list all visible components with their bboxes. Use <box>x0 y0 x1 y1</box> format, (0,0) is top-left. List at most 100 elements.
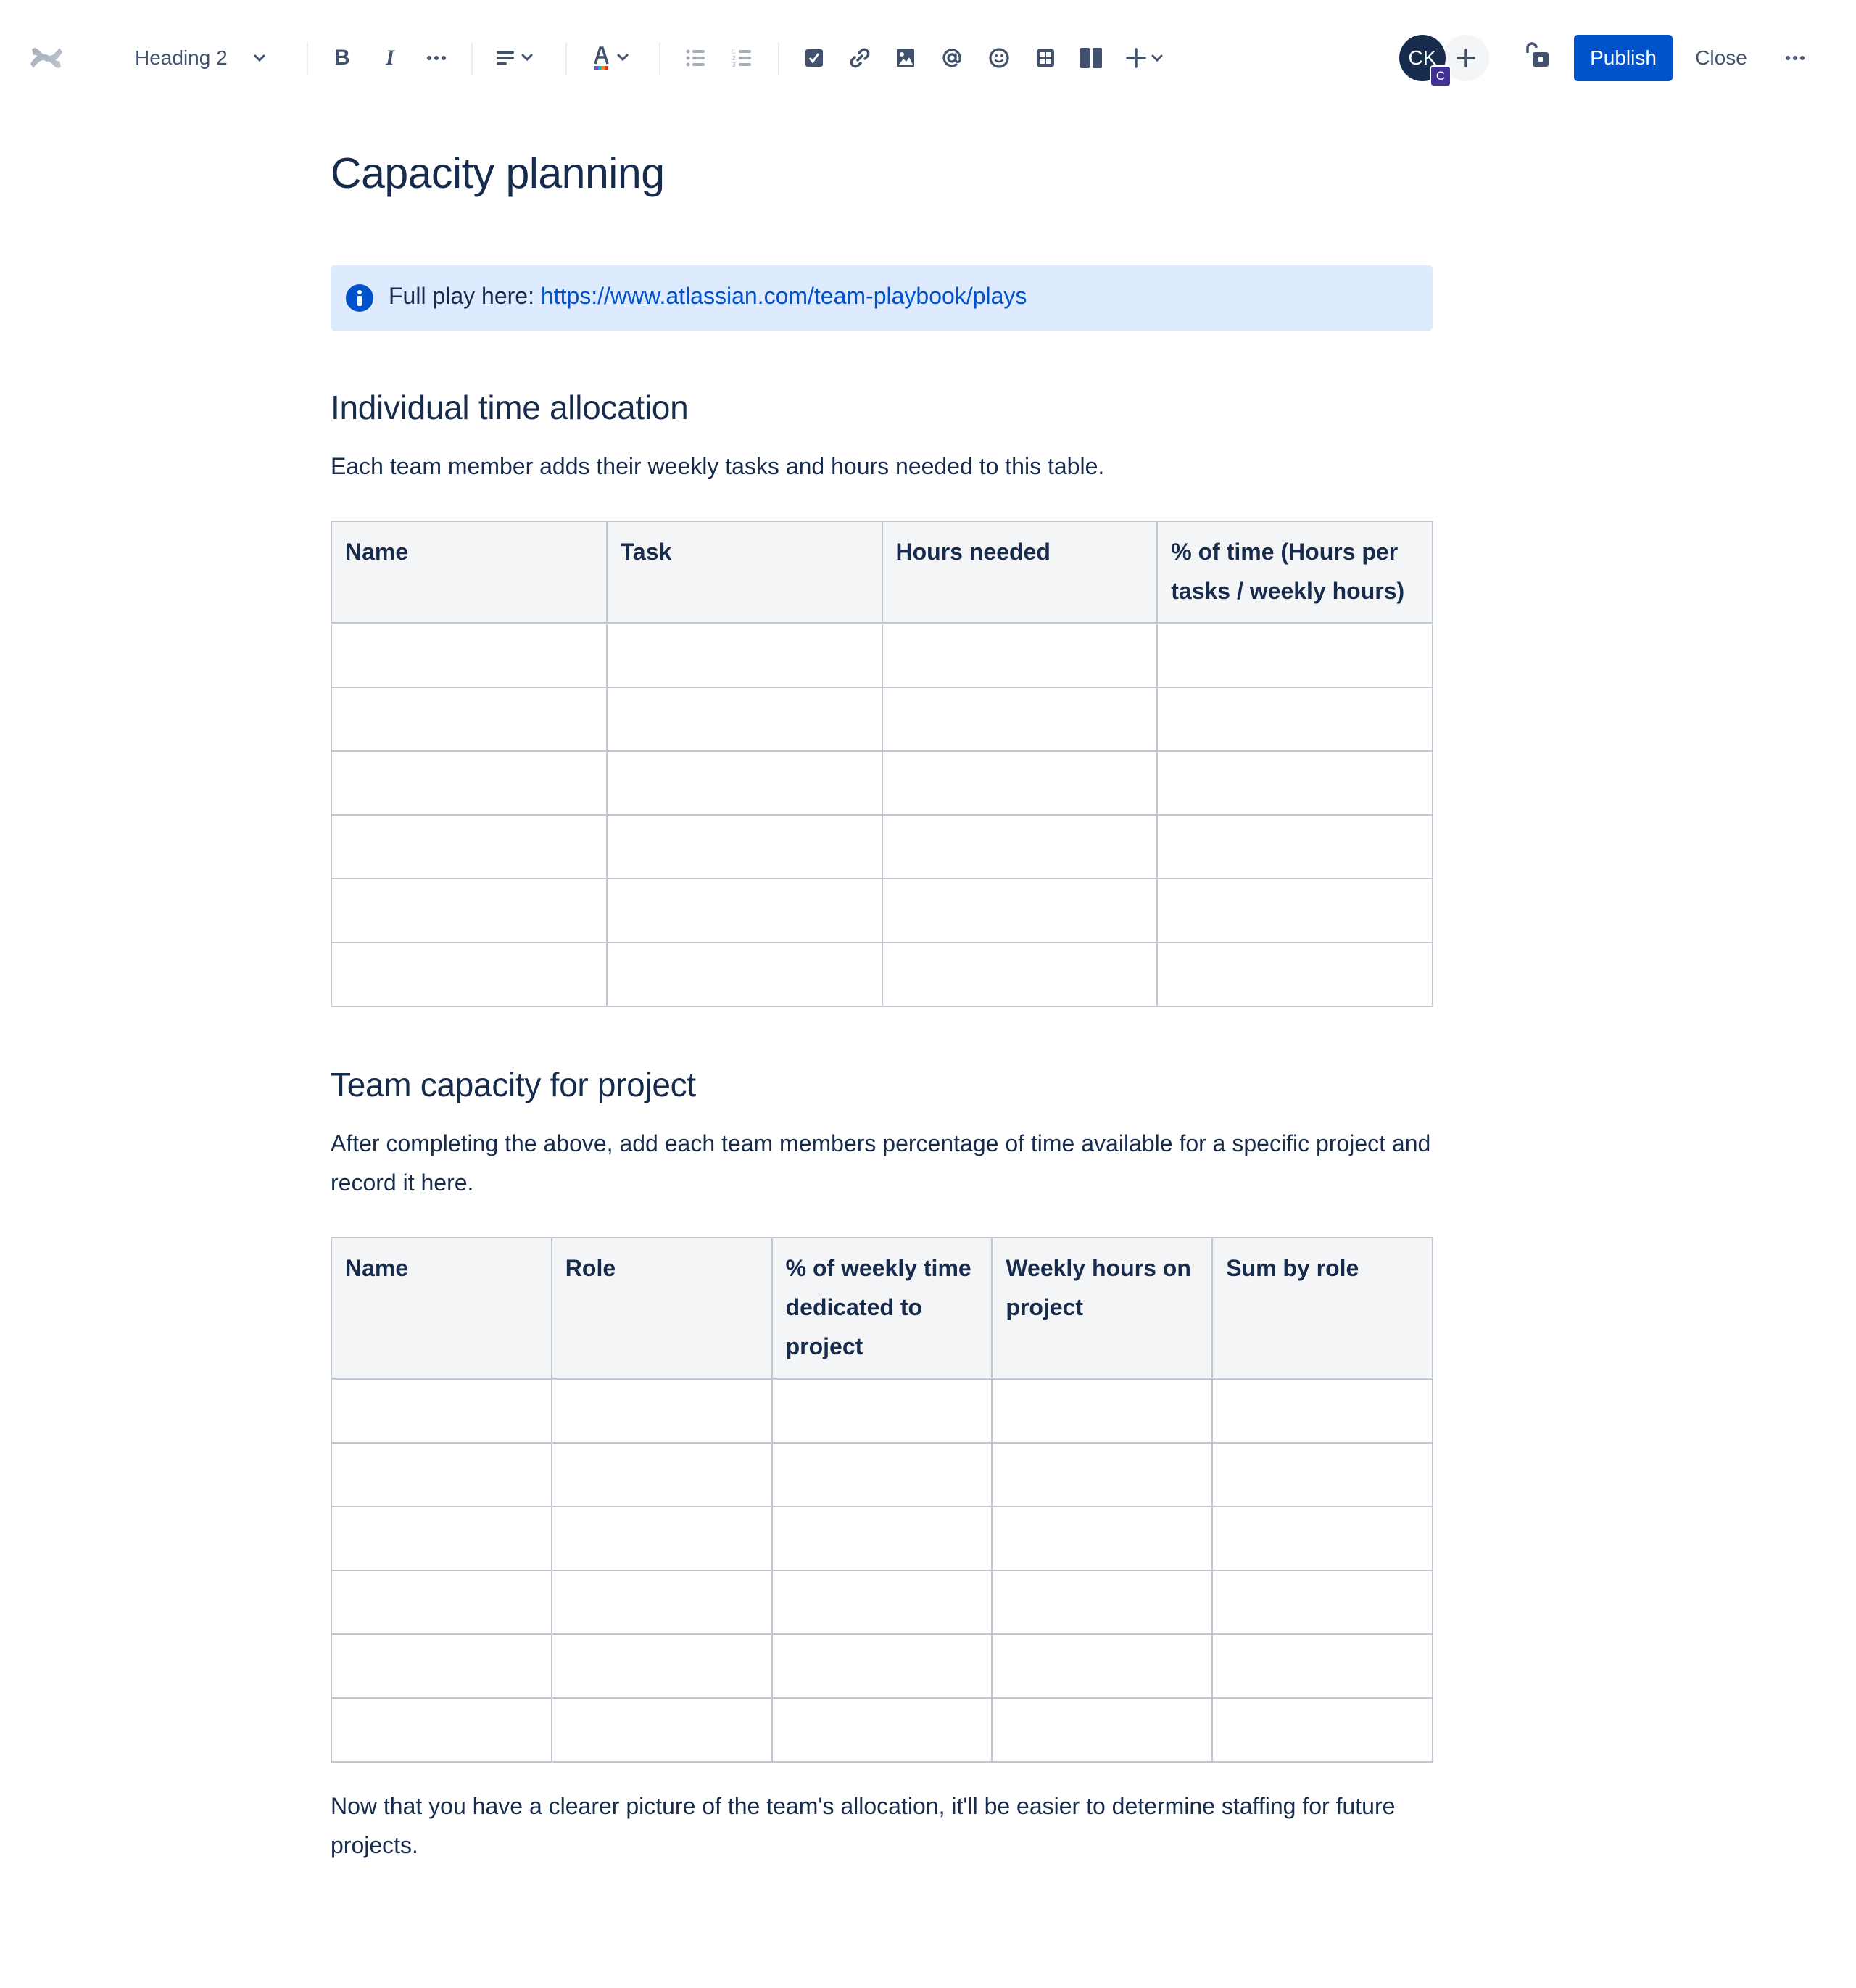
table-cell[interactable] <box>605 942 883 1007</box>
column-header-task[interactable]: Task <box>605 521 883 624</box>
toolbar-divider <box>471 42 473 75</box>
toolbar-divider <box>566 42 567 75</box>
mention-button[interactable] <box>937 40 966 76</box>
table-cell[interactable] <box>1211 1378 1433 1444</box>
table-cell[interactable] <box>991 1442 1214 1507</box>
action-item-button[interactable] <box>800 40 829 76</box>
column-header-role[interactable]: Role <box>550 1237 773 1380</box>
avatar-status-badge: C <box>1430 65 1451 87</box>
more-formatting-icon <box>427 56 446 60</box>
table-cell[interactable] <box>881 878 1159 943</box>
table-cell[interactable] <box>1156 814 1433 879</box>
column-header-hours-needed[interactable]: Hours needed <box>881 521 1159 624</box>
table-cell[interactable] <box>550 1442 773 1507</box>
team-capacity-table[interactable]: Name Role % of weekly time dedicated to … <box>331 1237 1433 1763</box>
table-cell[interactable] <box>550 1697 773 1763</box>
table-cell[interactable] <box>331 878 608 943</box>
info-panel-text: Full play here: https://www.atlassian.co… <box>389 283 1027 310</box>
layouts-button[interactable] <box>1077 40 1106 76</box>
table-cell[interactable] <box>605 687 883 752</box>
table-cell[interactable] <box>331 687 608 752</box>
publish-button[interactable]: Publish <box>1574 35 1673 81</box>
table-cell[interactable] <box>605 622 883 688</box>
table-cell[interactable] <box>1156 750 1433 816</box>
table-cell[interactable] <box>605 878 883 943</box>
alignment-dropdown[interactable] <box>493 40 541 76</box>
italic-button[interactable]: I <box>376 40 405 76</box>
table-cell[interactable] <box>1211 1506 1433 1571</box>
table-cell[interactable] <box>771 1378 993 1444</box>
column-header-name[interactable]: Name <box>331 1237 552 1380</box>
table-cell[interactable] <box>771 1506 993 1571</box>
image-button[interactable] <box>891 40 920 76</box>
table-cell[interactable] <box>550 1633 773 1699</box>
text-style-dropdown[interactable]: Heading 2 <box>128 40 287 76</box>
table-cell[interactable] <box>771 1570 993 1635</box>
table-cell[interactable] <box>771 1633 993 1699</box>
table-cell[interactable] <box>331 1506 552 1571</box>
more-actions-button[interactable] <box>1773 35 1817 81</box>
column-header-name[interactable]: Name <box>331 521 608 624</box>
table-cell[interactable] <box>550 1506 773 1571</box>
table-cell[interactable] <box>1156 878 1433 943</box>
table-cell[interactable] <box>991 1506 1214 1571</box>
table-cell[interactable] <box>881 814 1159 879</box>
table-cell[interactable] <box>881 942 1159 1007</box>
confluence-logo-icon[interactable] <box>26 40 67 76</box>
table-cell[interactable] <box>1211 1633 1433 1699</box>
column-header-weekly-hours[interactable]: Weekly hours on project <box>991 1237 1214 1380</box>
table-cell[interactable] <box>605 814 883 879</box>
table-cell[interactable] <box>331 1570 552 1635</box>
table-cell[interactable] <box>771 1697 993 1763</box>
toolbar-divider <box>307 42 308 75</box>
table-cell[interactable] <box>331 1697 552 1763</box>
table-cell[interactable] <box>771 1442 993 1507</box>
page-title[interactable]: Capacity planning <box>331 149 665 198</box>
column-header-percent-weekly-time[interactable]: % of weekly time dedicated to project <box>771 1237 993 1380</box>
table-cell[interactable] <box>1156 942 1433 1007</box>
table-cell[interactable] <box>331 942 608 1007</box>
table-cell[interactable] <box>991 1570 1214 1635</box>
insert-dropdown[interactable] <box>1124 40 1172 76</box>
info-panel[interactable]: Full play here: https://www.atlassian.co… <box>331 265 1433 331</box>
table-cell[interactable] <box>1156 687 1433 752</box>
table-cell[interactable] <box>331 1633 552 1699</box>
table-cell[interactable] <box>1211 1697 1433 1763</box>
section-heading-individual: Individual time allocation <box>331 389 689 426</box>
table-cell[interactable] <box>550 1378 773 1444</box>
table-cell[interactable] <box>331 750 608 816</box>
table-cell[interactable] <box>991 1378 1214 1444</box>
table-button[interactable] <box>1031 40 1060 76</box>
column-header-sum-by-role[interactable]: Sum by role <box>1211 1237 1433 1380</box>
text-color-dropdown[interactable] <box>589 40 637 76</box>
playbook-link[interactable]: https://www.atlassian.com/team-playbook/… <box>541 283 1027 309</box>
svg-text:2: 2 <box>732 55 736 62</box>
layout-icon <box>1080 48 1102 68</box>
table-cell[interactable] <box>1156 622 1433 688</box>
table-cell[interactable] <box>605 750 883 816</box>
table-cell[interactable] <box>881 687 1159 752</box>
table-cell[interactable] <box>331 814 608 879</box>
link-button[interactable] <box>845 40 874 76</box>
table-cell[interactable] <box>991 1697 1214 1763</box>
table-header-row: Name Role % of weekly time dedicated to … <box>331 1237 1433 1380</box>
individual-allocation-table[interactable]: Name Task Hours needed % of time (Hours … <box>331 521 1433 1007</box>
more-formatting-button[interactable] <box>422 40 451 76</box>
table-cell[interactable] <box>331 622 608 688</box>
bullet-list-button[interactable] <box>682 40 710 76</box>
table-cell[interactable] <box>1211 1442 1433 1507</box>
table-cell[interactable] <box>331 1378 552 1444</box>
section-description-team-capacity: After completing the above, add each tea… <box>331 1130 1431 1196</box>
emoji-button[interactable] <box>985 40 1014 76</box>
table-cell[interactable] <box>550 1570 773 1635</box>
table-cell[interactable] <box>881 750 1159 816</box>
restrictions-button[interactable] <box>1521 36 1553 73</box>
bold-button[interactable]: B <box>328 40 357 76</box>
table-cell[interactable] <box>1211 1570 1433 1635</box>
numbered-list-button[interactable]: 1 2 3 <box>728 40 757 76</box>
table-cell[interactable] <box>991 1633 1214 1699</box>
table-cell[interactable] <box>331 1442 552 1507</box>
table-cell[interactable] <box>881 622 1159 688</box>
column-header-percent-time[interactable]: % of time (Hours per tasks / weekly hour… <box>1156 521 1433 624</box>
close-button[interactable]: Close <box>1681 35 1762 81</box>
